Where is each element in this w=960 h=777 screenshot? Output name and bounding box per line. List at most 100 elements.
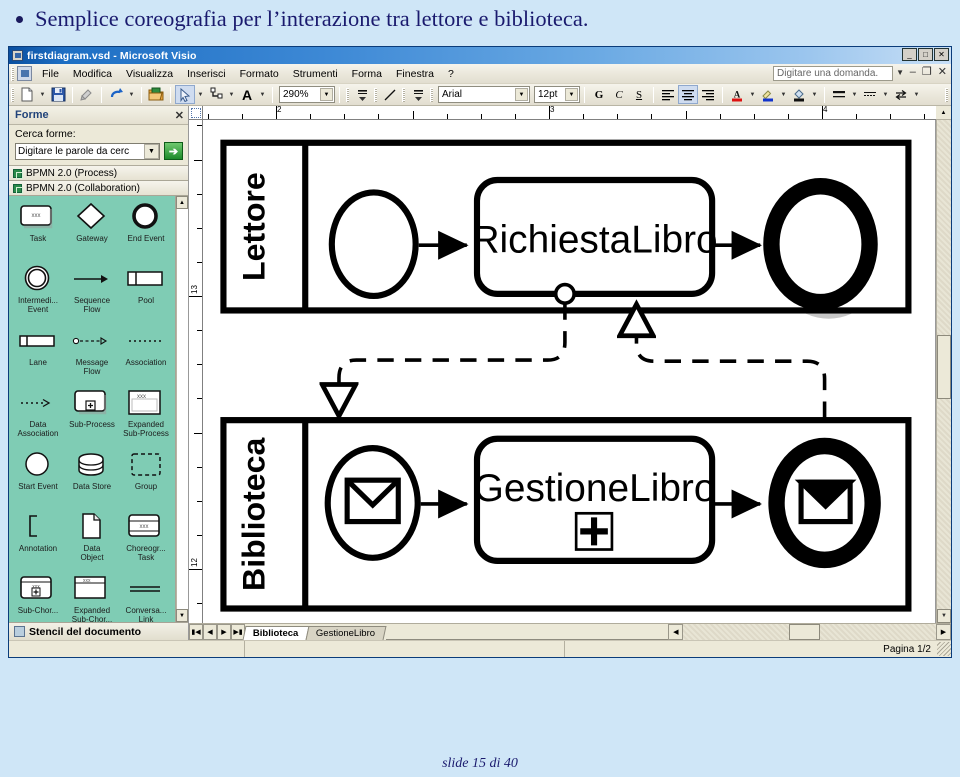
line-color-icon[interactable]	[758, 85, 778, 104]
prev-page-icon[interactable]: ◀	[203, 624, 217, 640]
shape-item-lane[interactable]: Lane	[11, 324, 65, 385]
toolbar-grip-6[interactable]	[945, 87, 948, 102]
line-color-dropdown-icon[interactable]: ▼	[778, 85, 789, 104]
zoom-dropdown-icon[interactable]: ▼	[320, 88, 333, 101]
canvas-scroll-up-icon[interactable]: ▲	[936, 106, 951, 120]
connector-tool-dropdown-icon[interactable]: ▼	[226, 85, 237, 104]
doc-minimize-button[interactable]: –	[910, 66, 916, 78]
pointer-tool-dropdown-icon[interactable]: ▼	[195, 85, 206, 104]
menu-item-strumenti[interactable]: Strumenti	[286, 66, 345, 82]
menu-item-formato[interactable]: Formato	[233, 66, 286, 82]
shape-item-expanded-sub-choreography[interactable]: xxx Expanded Sub-Chor...	[65, 572, 119, 622]
palette-scroll-down-icon[interactable]: ▼	[176, 609, 188, 622]
resize-grip[interactable]	[937, 642, 951, 656]
new-document-icon[interactable]	[17, 85, 37, 104]
doc-close-button[interactable]: ✕	[938, 66, 947, 78]
ask-a-question-input[interactable]: Digitare una domanda.	[773, 66, 893, 81]
horizontal-ruler[interactable]: 2 3 4	[203, 106, 936, 120]
font-color-icon[interactable]: A	[727, 85, 747, 104]
underline-button[interactable]: S	[629, 85, 649, 104]
bold-button[interactable]: G	[589, 85, 609, 104]
arrow-dropdown-icon[interactable]: ▼	[911, 85, 922, 104]
doc-restore-button[interactable]: ❐	[922, 66, 932, 78]
shape-item-annotation[interactable]: Annotation	[11, 510, 65, 571]
palette-scrollbar[interactable]: ▲ ▼	[175, 196, 188, 622]
font-color-dropdown-icon[interactable]: ▼	[747, 85, 758, 104]
drawing-page[interactable]: Lettore RichiestaLibro Biblioteca Gestio…	[203, 120, 935, 623]
canvas-horizontal-scrollbar[interactable]: ◀ ▶	[668, 624, 951, 640]
palette-scroll-track[interactable]	[176, 209, 188, 609]
undo-dropdown-icon[interactable]: ▼	[126, 85, 137, 104]
menu-grip[interactable]	[11, 66, 14, 81]
shapes-search-input[interactable]: Digitare le parole da cerc ▼	[15, 142, 160, 160]
hscroll-right-icon[interactable]: ▶	[936, 624, 951, 640]
shape-item-task[interactable]: xxx Task	[11, 200, 65, 261]
menu-item-inserisci[interactable]: Inserisci	[180, 66, 233, 82]
align-center-icon[interactable]	[678, 85, 698, 104]
shape-item-message-flow[interactable]: Message Flow	[65, 324, 119, 385]
menu-item-visualizza[interactable]: Visualizza	[119, 66, 180, 82]
line-weight-icon[interactable]	[352, 85, 372, 104]
align-left-icon[interactable]	[658, 85, 678, 104]
menu-item-file[interactable]: File	[35, 66, 66, 82]
minimize-button[interactable]: _	[902, 48, 917, 61]
first-page-icon[interactable]: ▮◀	[189, 624, 203, 640]
menu-item-modifica[interactable]: Modifica	[66, 66, 119, 82]
vscroll-thumb[interactable]	[937, 335, 951, 399]
stencil-header-process[interactable]: BPMN 2.0 (Process)	[9, 166, 188, 181]
shape-item-expanded-sub-process[interactable]: xxx Expanded Sub-Process	[119, 386, 173, 447]
toolbar-grip-5[interactable]	[430, 87, 433, 102]
page-tab-biblioteca[interactable]: Biblioteca	[242, 626, 310, 640]
shape-item-start-event[interactable]: Start Event	[11, 448, 65, 509]
vscroll-track[interactable]	[937, 120, 951, 609]
fill-color-icon[interactable]	[789, 85, 809, 104]
new-document-dropdown-icon[interactable]: ▼	[37, 85, 48, 104]
font-size-combo[interactable]: 12pt ▼	[534, 86, 580, 103]
dash-icon[interactable]	[860, 85, 880, 104]
connector-tool-icon[interactable]	[206, 85, 226, 104]
shape-item-gateway[interactable]: Gateway	[65, 200, 119, 261]
dash-dropdown-icon[interactable]: ▼	[880, 85, 891, 104]
font-size-dropdown-icon[interactable]: ▼	[565, 88, 578, 101]
vscroll-down-icon[interactable]: ▼	[937, 609, 951, 623]
page-tab-gestionelibro[interactable]: GestioneLibro	[305, 626, 388, 640]
ruler-corner[interactable]	[189, 106, 203, 120]
toolbar-grip-3[interactable]	[374, 87, 377, 102]
palette-scroll-up-icon[interactable]: ▲	[176, 196, 188, 209]
font-name-dropdown-icon[interactable]: ▼	[515, 88, 528, 101]
menu-item-finestra[interactable]: Finestra	[389, 66, 441, 82]
close-button[interactable]: ✕	[934, 48, 949, 61]
shape-item-pool[interactable]: Pool	[119, 262, 173, 323]
text-tool-dropdown-icon[interactable]: ▼	[257, 85, 268, 104]
line-ends-icon[interactable]	[408, 85, 428, 104]
shape-item-data-association[interactable]: Data Association	[11, 386, 65, 447]
hscroll-thumb[interactable]	[789, 624, 820, 640]
stencil-header-collaboration[interactable]: BPMN 2.0 (Collaboration)	[9, 181, 188, 196]
canvas-vertical-scrollbar[interactable]: ▼	[936, 120, 951, 623]
vertical-ruler[interactable]: 13 12	[189, 120, 203, 623]
hscroll-track[interactable]	[683, 624, 936, 640]
toolbar-grip-1[interactable]	[11, 87, 14, 102]
shape-item-sub-choreography[interactable]: xxx Sub-Chor...	[11, 572, 65, 622]
hscroll-left-icon[interactable]: ◀	[668, 624, 684, 640]
shapes-panel-close-icon[interactable]: ✕	[175, 109, 184, 122]
shape-item-data-object[interactable]: Data Object	[65, 510, 119, 571]
shape-item-intermediate-event[interactable]: Intermedi... Event	[11, 262, 65, 323]
open-folder-icon[interactable]	[146, 85, 166, 104]
pointer-tool-icon[interactable]	[175, 85, 195, 104]
shape-item-choreography-task[interactable]: xxx Choreogr... Task	[119, 510, 173, 571]
arrow-icon[interactable]	[891, 85, 911, 104]
shapes-search-go-button[interactable]: ➔	[164, 142, 183, 160]
zoom-combo[interactable]: 290% ▼	[279, 86, 335, 103]
shape-item-sub-process[interactable]: Sub-Process	[65, 386, 119, 447]
menu-item-forma[interactable]: Forma	[345, 66, 389, 82]
menu-item-help[interactable]: ?	[441, 66, 461, 82]
text-tool-icon[interactable]: A	[237, 85, 257, 104]
document-stencil-bar[interactable]: Stencil del documento	[9, 622, 188, 640]
shape-item-sequence-flow[interactable]: Sequence Flow	[65, 262, 119, 323]
save-icon[interactable]	[48, 85, 68, 104]
next-page-icon[interactable]: ▶	[217, 624, 231, 640]
line-style-icon[interactable]	[380, 85, 400, 104]
fill-color-dropdown-icon[interactable]: ▼	[809, 85, 820, 104]
toolbar-grip-2[interactable]	[346, 87, 349, 102]
